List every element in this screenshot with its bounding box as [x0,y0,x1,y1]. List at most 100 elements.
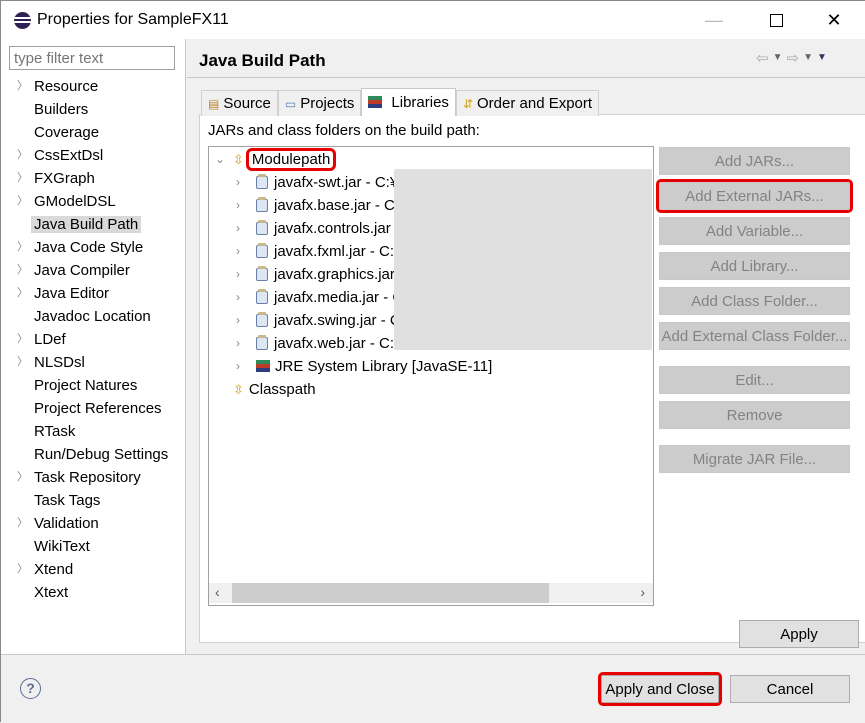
back-menu-icon[interactable]: ▼ [773,52,783,67]
maximize-button[interactable] [753,1,799,39]
sidebar-item[interactable]: WikiText [1,535,186,558]
sidebar-item[interactable]: 〉 GModelDSL [1,190,186,213]
chevron-right-icon[interactable]: 〉 [17,512,28,535]
tree-node-jar[interactable]: › javafx.web.jar - C:¥ [236,332,402,355]
tab-label: Order and Export [477,95,593,112]
scroll-right-icon[interactable]: › [640,584,645,600]
add-external-jars-button[interactable]: Add External JARs... [656,179,853,213]
chevron-right-icon[interactable]: › [236,309,240,332]
history-nav: ⇦ ▼ ⇨ ▼ ▼ [756,49,827,67]
tree-node-classpath[interactable]: ⇳ Classpath [233,378,316,401]
add-class-folder-button[interactable]: Add Class Folder... [659,287,850,315]
sidebar-item[interactable]: Xtext [1,581,186,604]
chevron-right-icon[interactable]: 〉 [17,558,28,581]
sidebar-item[interactable]: Task Tags [1,489,186,512]
tab-order-and-export[interactable]: ⇵ Order and Export [455,90,600,116]
add-external-class-folder-button[interactable]: Add External Class Folder... [659,322,850,350]
help-icon[interactable]: ? [20,678,41,699]
chevron-right-icon[interactable]: › [236,263,240,286]
sidebar-item[interactable]: 〉 Java Code Style [1,236,186,259]
sidebar-item[interactable]: 〉 NLSDsl [1,351,186,374]
edit-button[interactable]: Edit... [659,366,850,394]
filter-input[interactable] [9,46,175,70]
sidebar-item[interactable]: RTask [1,420,186,443]
tree-node-jar[interactable]: › javafx-swt.jar - C:¥ [236,171,398,194]
chevron-right-icon[interactable]: › [236,286,240,309]
sidebar-item[interactable]: Java Build Path [1,213,186,236]
chevron-right-icon[interactable]: 〉 [17,328,28,351]
apply-and-close-button[interactable]: Apply and Close [598,672,722,706]
add-jars-button[interactable]: Add JARs... [659,147,850,175]
chevron-right-icon[interactable]: 〉 [17,236,28,259]
sidebar-item[interactable]: 〉 Java Compiler [1,259,186,282]
scrollbar-thumb[interactable] [232,583,549,603]
sidebar-item[interactable]: 〉 Validation [1,512,186,535]
tree-node-jar[interactable]: › javafx.swing.jar - C [236,309,401,332]
horizontal-scrollbar[interactable]: ‹ › [209,583,653,603]
add-library-button[interactable]: Add Library... [659,252,850,280]
chevron-right-icon[interactable]: › [236,217,240,240]
chevron-right-icon[interactable]: 〉 [17,259,28,282]
tree-node-jar[interactable]: › javafx.media.jar - C [236,286,403,309]
sidebar-item[interactable]: Project Natures [1,374,186,397]
sidebar-item[interactable]: 〉 Task Repository [1,466,186,489]
chevron-right-icon[interactable]: 〉 [17,466,28,489]
sidebar-item[interactable]: Run/Debug Settings [1,443,186,466]
sidebar-item-label: Resource [34,78,99,95]
migrate-jar-button[interactable]: Migrate JAR File... [659,445,850,473]
sidebar-item-label: Java Editor [34,285,110,302]
chevron-right-icon[interactable]: 〉 [17,190,28,213]
chevron-right-icon[interactable]: 〉 [17,282,28,305]
jar-label: javafx.fxml.jar - C:¥ [274,243,403,260]
sidebar-item[interactable]: 〉 CssExtDsl [1,144,186,167]
chevron-right-icon[interactable]: › [236,194,240,217]
sidebar-item-label: Validation [34,515,99,532]
tab-source[interactable]: ▤ Source [201,90,278,116]
tree-node-jar[interactable]: › javafx.graphics.jar [236,263,395,286]
redacted-region [394,169,652,350]
chevron-right-icon[interactable]: 〉 [17,351,28,374]
tree-node-jar[interactable]: › javafx.controls.jar [236,217,391,240]
sidebar-item-label: Xtext [34,584,69,601]
chevron-right-icon[interactable]: › [236,171,240,194]
forward-menu-icon[interactable]: ▼ [803,52,813,67]
sidebar-item[interactable]: Project References [1,397,186,420]
minimize-button[interactable]: — [691,1,737,39]
sidebar-item[interactable]: Builders [1,98,186,121]
tree-node-jar[interactable]: › javafx.fxml.jar - C:¥ [236,240,402,263]
chevron-right-icon[interactable]: 〉 [17,167,28,190]
chevron-right-icon[interactable]: › [236,332,240,355]
forward-arrow-icon[interactable]: ⇨ [786,49,799,67]
tree-node-modulepath[interactable]: ⌄ ⇳ Modulepath [215,148,337,171]
tree-node-jar[interactable]: › javafx.base.jar - C: [236,194,399,217]
chevron-right-icon[interactable]: › [236,355,240,378]
jar-icon [256,219,268,235]
classpath-label: Classpath [248,381,316,398]
back-arrow-icon[interactable]: ⇦ [756,49,769,67]
close-button[interactable]: ✕ [811,1,857,39]
tree-node-jre[interactable]: › JRE System Library [JavaSE-11] [236,355,492,378]
page-title: Java Build Path [199,51,326,70]
sidebar-item[interactable]: 〉 Xtend [1,558,186,581]
sidebar-item[interactable]: 〉 LDef [1,328,186,351]
sidebar-item-label: Coverage [34,124,100,141]
chevron-right-icon[interactable]: 〉 [17,75,28,98]
jar-label: javafx.media.jar - C [274,289,404,306]
tab-libraries[interactable]: Libraries [361,88,456,116]
view-menu-icon[interactable]: ▼ [817,52,827,67]
sidebar-item[interactable]: 〉 FXGraph [1,167,186,190]
sidebar-item[interactable]: Javadoc Location [1,305,186,328]
chevron-down-icon[interactable]: ⌄ [215,148,225,171]
add-variable-button[interactable]: Add Variable... [659,217,850,245]
cancel-button[interactable]: Cancel [730,675,850,703]
tab-projects[interactable]: ▭ Projects [277,90,362,116]
chevron-right-icon[interactable]: 〉 [17,144,28,167]
sidebar-item[interactable]: 〉 Java Editor [1,282,186,305]
scroll-left-icon[interactable]: ‹ [215,584,220,600]
sidebar-item[interactable]: Coverage [1,121,186,144]
remove-button[interactable]: Remove [659,401,850,429]
sidebar-item[interactable]: 〉 Resource [1,75,186,98]
apply-button[interactable]: Apply [739,620,859,648]
chevron-right-icon[interactable]: › [236,240,240,263]
sidebar-item-label: LDef [34,331,66,348]
